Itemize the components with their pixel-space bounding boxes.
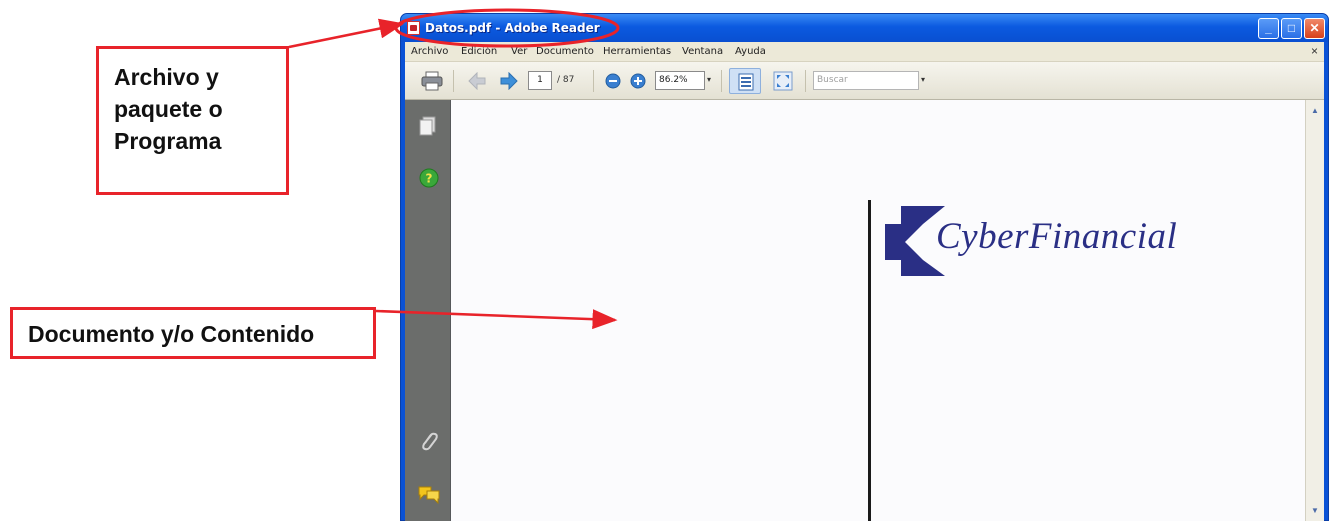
annotation-documento-text: Documento y/o Contenido bbox=[28, 321, 315, 347]
svg-text:?: ? bbox=[426, 172, 433, 186]
document-divider-line bbox=[868, 200, 871, 521]
document-page: CyberFinancial bbox=[451, 100, 1305, 521]
zoom-in-icon[interactable] bbox=[630, 73, 646, 94]
menu-edicion[interactable]: Edición bbox=[461, 46, 497, 57]
print-icon[interactable] bbox=[421, 71, 443, 96]
menu-herramientas[interactable]: Herramientas bbox=[603, 46, 671, 57]
minimize-button[interactable]: _ bbox=[1258, 18, 1279, 39]
page-total: / 87 bbox=[557, 75, 575, 85]
annotation-archivo-line-1: Archivo y bbox=[114, 64, 219, 90]
close-button[interactable]: ✕ bbox=[1304, 18, 1325, 39]
next-page-icon[interactable] bbox=[499, 71, 519, 95]
maximize-button[interactable]: □ bbox=[1281, 18, 1302, 39]
menu-archivo[interactable]: Archivo bbox=[411, 46, 448, 57]
attachments-icon[interactable] bbox=[419, 430, 439, 459]
menu-ver[interactable]: Ver bbox=[511, 46, 527, 57]
scroll-up-icon[interactable]: ▲ bbox=[1308, 104, 1322, 118]
title-bar[interactable]: Datos.pdf - Adobe Reader _ □ ✕ bbox=[401, 14, 1328, 42]
search-dropdown-icon[interactable]: ▾ bbox=[921, 75, 925, 84]
search-input[interactable]: Buscar bbox=[813, 71, 919, 90]
menu-ayuda[interactable]: Ayuda bbox=[735, 46, 766, 57]
annotation-archivo-box: Archivo y paquete o Programa bbox=[96, 46, 289, 195]
window-title: Datos.pdf - Adobe Reader bbox=[425, 21, 600, 35]
annotation-archivo-line-3: Programa bbox=[114, 128, 222, 154]
content-area: ? CyberFinancial ▲ ▼ bbox=[405, 100, 1324, 521]
full-screen-icon[interactable] bbox=[773, 71, 793, 96]
page-number-input[interactable]: 1 bbox=[528, 71, 552, 90]
pages-icon[interactable] bbox=[419, 116, 437, 141]
zoom-level-input[interactable]: 86.2% bbox=[655, 71, 705, 90]
toolbar: 1 / 87 86.2% ▾ Buscar ▾ bbox=[405, 62, 1324, 100]
reader-window: Datos.pdf - Adobe Reader _ □ ✕ Archivo E… bbox=[400, 13, 1329, 521]
menu-bar: Archivo Edición Ver Documento Herramient… bbox=[405, 42, 1324, 62]
annotation-documento-box: Documento y/o Contenido bbox=[10, 307, 376, 359]
previous-page-icon[interactable] bbox=[467, 71, 487, 95]
fit-page-button[interactable] bbox=[729, 68, 761, 94]
zoom-dropdown-icon[interactable]: ▾ bbox=[707, 75, 711, 84]
pdf-app-icon bbox=[407, 21, 420, 35]
scroll-down-icon[interactable]: ▼ bbox=[1308, 504, 1322, 518]
menu-ventana[interactable]: Ventana bbox=[682, 46, 723, 57]
zoom-out-icon[interactable] bbox=[605, 73, 621, 94]
cyberfinancial-logo-text: CyberFinancial bbox=[936, 216, 1178, 257]
vertical-scrollbar[interactable]: ▲ ▼ bbox=[1305, 100, 1324, 521]
menu-documento[interactable]: Documento bbox=[536, 46, 594, 57]
navigation-panel: ? bbox=[405, 100, 451, 521]
document-close-icon[interactable]: × bbox=[1311, 44, 1318, 58]
archivo-arrow bbox=[288, 18, 405, 49]
help-icon[interactable]: ? bbox=[419, 168, 439, 193]
annotation-archivo-line-2: paquete o bbox=[114, 96, 223, 122]
comments-icon[interactable] bbox=[417, 484, 441, 509]
